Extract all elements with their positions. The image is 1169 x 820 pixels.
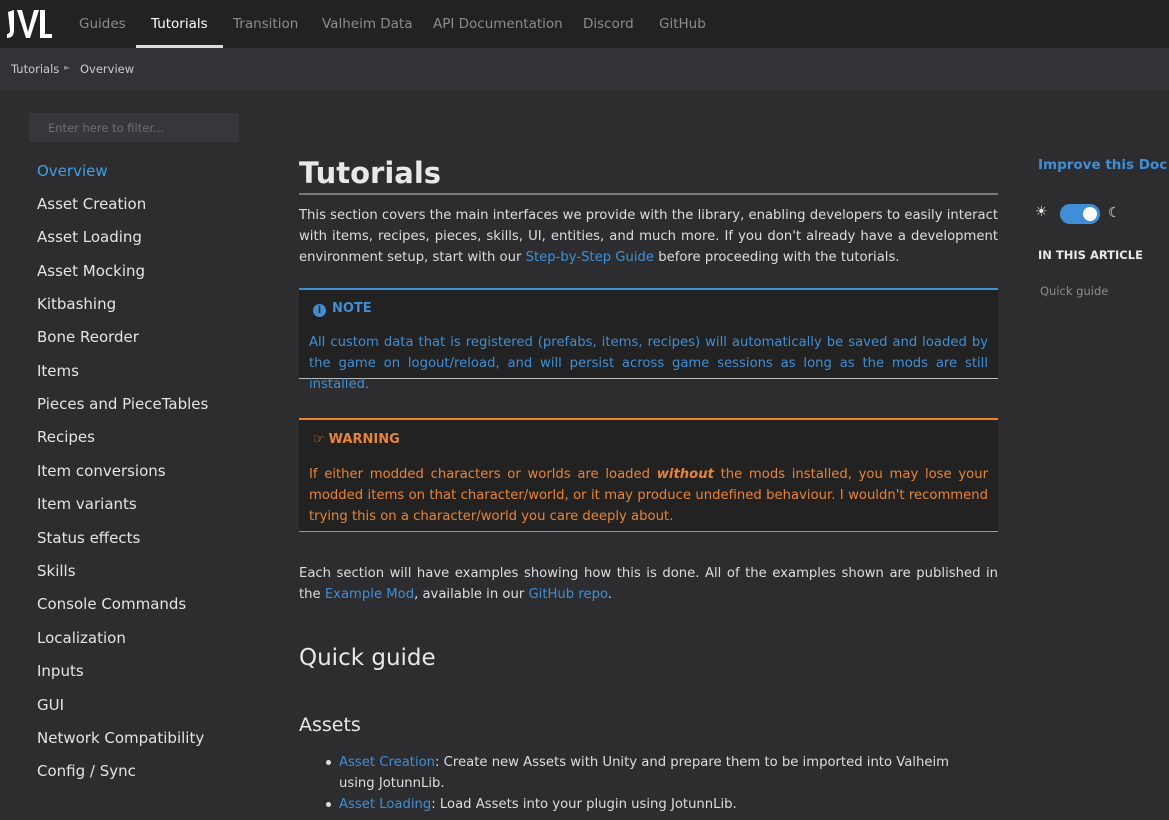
warning-emphasis: without: [656, 467, 714, 482]
bullet-dot: [326, 760, 331, 765]
theme-toggle[interactable]: [1060, 204, 1100, 224]
asset-creation-link[interactable]: Asset Creation: [339, 755, 435, 770]
sidebar-item-asset-loading[interactable]: Asset Loading: [37, 228, 142, 246]
aside-link-quick-guide[interactable]: Quick guide: [1040, 284, 1108, 298]
sidebar-item-config-sync[interactable]: Config / Sync: [37, 762, 136, 780]
examples-end-text: .: [607, 587, 612, 602]
sidebar-item-gui[interactable]: GUI: [37, 696, 64, 714]
in-this-article-heading: IN THIS ARTICLE: [1038, 248, 1143, 262]
nav-guides[interactable]: Guides: [79, 0, 126, 48]
asset-loading-link[interactable]: Asset Loading: [339, 797, 431, 812]
sidebar-item-overview[interactable]: Overview: [37, 162, 108, 180]
sidebar-item-status-effects[interactable]: Status effects: [37, 529, 140, 547]
chevron-right-icon: ►: [64, 63, 71, 72]
sidebar-item-network-compatibility[interactable]: Network Compatibility: [37, 729, 204, 747]
intro-after-text: before proceeding with the tutorials.: [654, 250, 900, 265]
page-title: Tutorials: [299, 155, 998, 195]
top-navbar: Guides Tutorials Transition Valheim Data…: [0, 0, 1169, 48]
info-icon: i: [313, 304, 326, 317]
sidebar-item-localization[interactable]: Localization: [37, 629, 126, 647]
warning-body: If either modded characters or worlds ar…: [309, 464, 988, 527]
note-title-text: NOTE: [332, 301, 372, 316]
nav-valheim-data[interactable]: Valheim Data: [322, 0, 413, 48]
sidebar-item-item-variants[interactable]: Item variants: [37, 495, 137, 513]
examples-paragraph: Each section will have examples showing …: [299, 563, 998, 605]
nav-discord[interactable]: Discord: [583, 0, 634, 48]
toggle-knob: [1083, 207, 1097, 221]
nav-tutorials[interactable]: Tutorials: [136, 0, 223, 48]
quick-guide-heading: Quick guide: [299, 645, 436, 671]
list-item: Asset Creation: Create new Assets with U…: [324, 752, 974, 794]
list-item-text: : Load Assets into your plugin using Jot…: [431, 797, 737, 812]
note-title: i NOTE: [313, 301, 372, 317]
sidebar-item-items[interactable]: Items: [37, 362, 79, 380]
nav-api-documentation[interactable]: API Documentation: [433, 0, 563, 48]
example-mod-link[interactable]: Example Mod: [325, 587, 414, 602]
intro-paragraph: This section covers the main interfaces …: [299, 205, 998, 268]
bullet-dot: [326, 802, 331, 807]
sidebar-item-pieces[interactable]: Pieces and PieceTables: [37, 395, 208, 413]
sidebar-item-kitbashing[interactable]: Kitbashing: [37, 295, 116, 313]
note-callout: i NOTE All custom data that is registered…: [299, 288, 998, 392]
sidebar-item-item-conversions[interactable]: Item conversions: [37, 462, 166, 480]
list-item: Asset Loading: Load Assets into your plu…: [324, 794, 974, 815]
sidebar-item-skills[interactable]: Skills: [37, 562, 76, 580]
sidebar-item-asset-mocking[interactable]: Asset Mocking: [37, 262, 145, 280]
moon-icon: ☾: [1108, 205, 1121, 221]
examples-mid-text: , available in our: [414, 587, 529, 602]
nav-transition[interactable]: Transition: [233, 0, 298, 48]
assets-list: Asset Creation: Create new Assets with U…: [324, 752, 974, 815]
breadcrumb-overview: Overview: [80, 62, 135, 76]
assets-heading: Assets: [299, 714, 361, 736]
warning-title-text: WARNING: [328, 432, 400, 447]
warning-title: ☞ WARNING: [313, 432, 400, 447]
breadcrumb: Tutorials ► Overview: [0, 48, 1169, 90]
sidebar-item-console-commands[interactable]: Console Commands: [37, 595, 186, 613]
github-repo-link[interactable]: GitHub repo: [528, 587, 607, 602]
hand-pointing-icon: ☞: [313, 432, 325, 447]
sidebar-item-recipes[interactable]: Recipes: [37, 428, 95, 446]
sidebar-item-bone-reorder[interactable]: Bone Reorder: [37, 328, 139, 346]
filter-input[interactable]: [29, 113, 239, 142]
jvl-logo[interactable]: [4, 6, 54, 42]
note-body: All custom data that is registered (pref…: [309, 335, 988, 392]
sidebar-item-asset-creation[interactable]: Asset Creation: [37, 195, 146, 213]
step-by-step-guide-link[interactable]: Step-by-Step Guide: [526, 250, 654, 265]
sidebar-item-inputs[interactable]: Inputs: [37, 662, 84, 680]
warning-callout: ☞ WARNING If either modded characters or …: [299, 418, 998, 532]
nav-github[interactable]: GitHub: [659, 0, 706, 48]
warning-text-before: If either modded characters or worlds ar…: [309, 467, 657, 482]
sun-icon: ☀: [1035, 204, 1048, 220]
breadcrumb-tutorials[interactable]: Tutorials: [11, 62, 59, 76]
improve-doc-link[interactable]: Improve this Doc: [1038, 157, 1167, 173]
